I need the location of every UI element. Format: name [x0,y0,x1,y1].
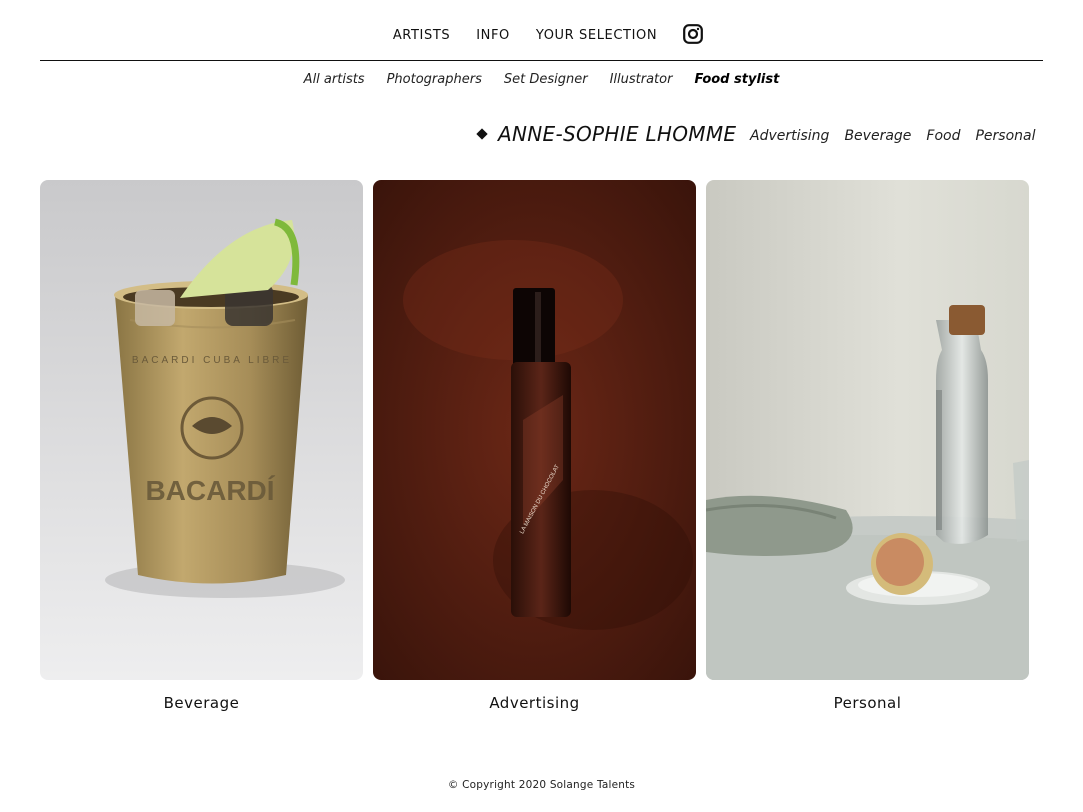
category-beverage-link[interactable]: Beverage [844,128,911,144]
svg-text:BACARDÍ: BACARDÍ [145,475,275,506]
advertising-photo: LA MAISON DU CHOCOLAT [373,180,696,680]
nav-info-link[interactable]: INFO [476,18,510,43]
footer-copyright: © Copyright 2020 Solange Talents [447,779,636,791]
filter-photographers[interactable]: Photographers [387,72,482,87]
artist-header: ANNE-SOPHIE LHOMME Advertising Beverage … [0,121,1083,151]
artist-category-links: Advertising Beverage Food Personal [750,128,1036,144]
gallery-card-advertising[interactable]: LA MAISON DU CHOCOLAT [373,180,696,680]
diamond-bullet-icon [476,128,488,140]
artist-name: ANNE-SOPHIE LHOMME [498,122,737,146]
category-food-link[interactable]: Food [926,128,960,144]
gallery-caption-advertising[interactable]: Advertising [373,694,696,712]
artist-type-filters: All artists Photographers Set Designer I… [0,72,1083,87]
gallery-card-beverage[interactable]: BACARDÍ BACARDI CUBA LIBRE [40,180,363,680]
beverage-photo: BACARDÍ BACARDI CUBA LIBRE [40,180,363,680]
filter-illustrator[interactable]: Illustrator [610,72,673,87]
gallery-caption-personal[interactable]: Personal [706,694,1029,712]
svg-text:BACARDI CUBA LIBRE: BACARDI CUBA LIBRE [132,355,292,366]
personal-photo [706,180,1029,680]
filter-set-designer[interactable]: Set Designer [504,72,588,87]
category-advertising-link[interactable]: Advertising [750,128,829,144]
instagram-icon[interactable] [683,24,704,44]
nav-your-selection-link[interactable]: YOUR SELECTION [536,18,657,43]
gallery-caption-beverage[interactable]: Beverage [40,694,363,712]
main-navigation: ARTISTS INFO YOUR SELECTION [40,0,1043,61]
filter-all-artists[interactable]: All artists [304,72,365,87]
gallery-card-personal[interactable] [706,180,1029,680]
nav-artists-link[interactable]: ARTISTS [393,18,450,43]
category-personal-link[interactable]: Personal [975,128,1035,144]
filter-food-stylist[interactable]: Food stylist [694,72,779,87]
